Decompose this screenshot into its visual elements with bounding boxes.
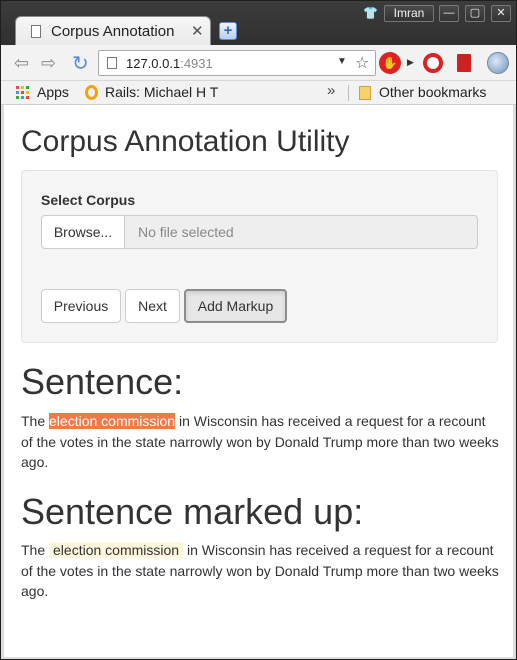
bookmark-apps[interactable]: Apps [37,84,69,100]
add-markup-button[interactable]: Add Markup [184,289,287,323]
marked-up-text: The election commission in Wisconsin has… [21,542,499,599]
minimize-button[interactable]: — [439,5,459,22]
opera-bookmark-icon [85,85,98,100]
marked-entity: election commission [49,542,184,558]
highlighted-entity: election commission [49,413,176,429]
tab-strip: Corpus Annotation ✕ + 👕 Imran — ▢ ✕ [1,1,516,46]
extension-arrow-icon[interactable]: ▶ [407,57,414,68]
bookmark-star-icon[interactable]: ☆ [355,53,369,73]
window-close-button[interactable]: ✕ [491,5,511,22]
next-button[interactable]: Next [125,289,180,323]
page-title: Corpus Annotation Utility [21,125,350,158]
bookmarks-divider [348,85,349,101]
select-corpus-label: Select Corpus [41,192,136,208]
browser-window: Corpus Annotation ✕ + 👕 Imran — ▢ ✕ ⇦ ⇨ … [0,0,517,660]
file-name-field[interactable]: No file selected [124,215,478,249]
browse-button[interactable]: Browse... [41,215,125,249]
marked-up-heading: Sentence marked up: [21,491,364,532]
bookmark-rails[interactable]: Rails: Michael H T [105,84,221,100]
profile-button[interactable]: Imran [384,5,434,22]
bookmarks-bar: Apps Rails: Michael H T » Other bookmark… [1,81,516,105]
new-tab-button[interactable]: + [219,22,237,40]
sentence-heading: Sentence: [21,361,184,402]
browser-tab[interactable]: Corpus Annotation ✕ [15,16,211,46]
forward-arrow-icon[interactable]: ⇨ [41,53,56,74]
browser-toolbar: ⇦ ⇨ ↻ 127.0.0.1:4931 ▼ ☆ ✋ ▶ [1,45,516,81]
bookmarks-overflow-chevron[interactable]: » [327,82,335,99]
folder-icon [359,86,371,100]
tab-title: Corpus Annotation [51,23,175,40]
page-content: Corpus Annotation Utility Select Corpus … [4,105,513,657]
address-bar[interactable]: 127.0.0.1:4931 ▼ ☆ [98,50,376,76]
file-input-group: Browse... No file selected [41,215,478,249]
reload-icon[interactable]: ↻ [72,51,89,76]
shirt-icon: 👕 [363,6,378,20]
back-arrow-icon[interactable]: ⇦ [14,53,29,74]
dropdown-arrow-icon[interactable]: ▼ [337,56,347,67]
document-icon [31,25,41,38]
bookmark-other[interactable]: Other bookmarks [379,84,486,100]
corpus-panel: Select Corpus Browse... No file selected… [21,170,498,343]
apps-grid-icon[interactable] [16,86,29,99]
previous-button[interactable]: Previous [41,289,121,323]
sentence-text: The election commission in Wisconsin has… [21,413,499,470]
globe-extension-icon[interactable] [487,52,509,74]
page-icon [107,57,117,69]
stop-hand-extension-icon[interactable]: ✋ [379,52,401,74]
book-extension-icon[interactable] [457,54,471,72]
url-text[interactable]: 127.0.0.1:4931 [126,56,213,71]
close-tab-icon[interactable]: ✕ [191,22,204,40]
opera-extension-icon[interactable] [423,53,443,73]
maximize-button[interactable]: ▢ [465,5,485,22]
